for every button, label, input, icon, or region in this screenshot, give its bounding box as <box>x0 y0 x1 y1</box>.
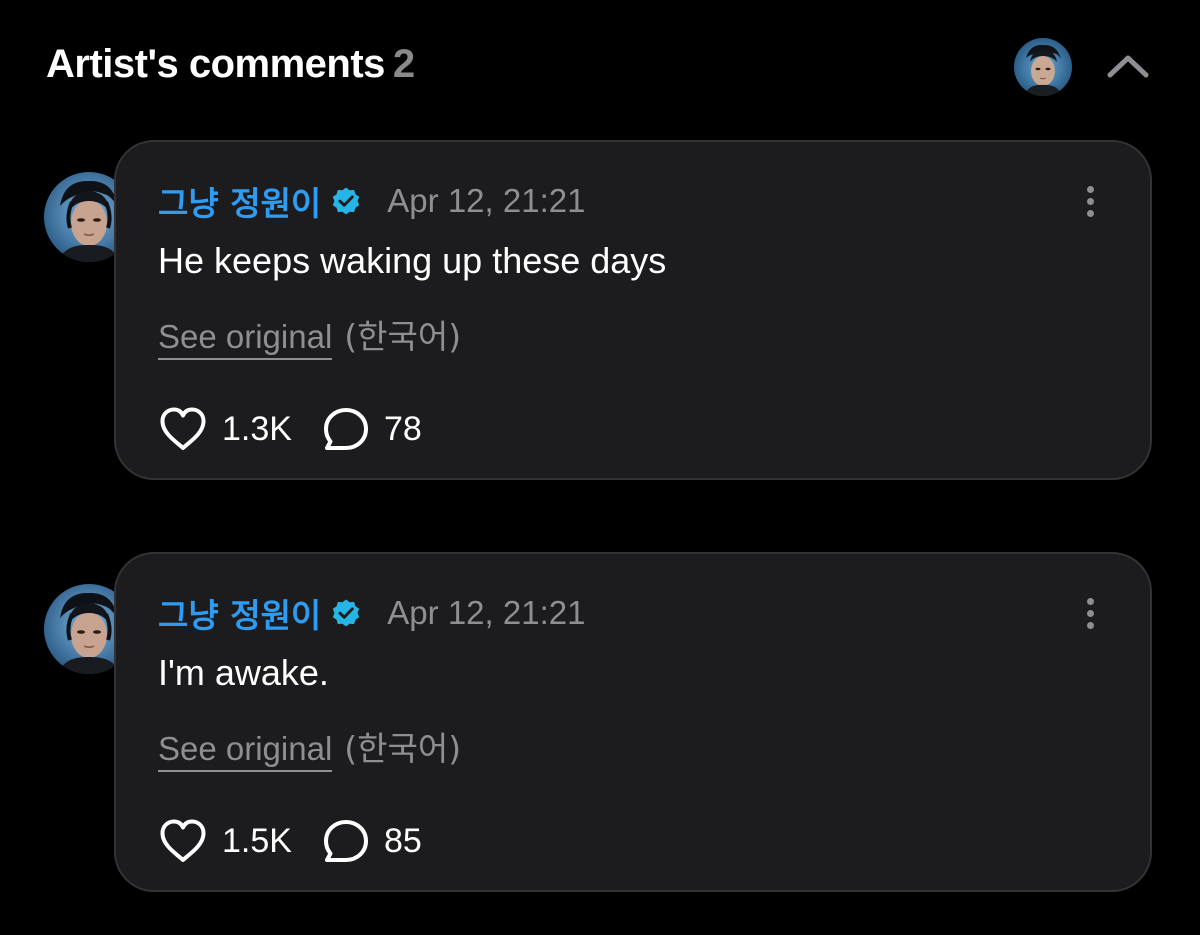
original-language: (한국어) <box>344 729 462 768</box>
more-dot-icon <box>1086 597 1094 605</box>
artist-comment: 그냥 정원이 Apr 12, 21:21 I'm awake. See orig… <box>0 550 1200 895</box>
see-original-link[interactable]: See original <box>158 730 333 772</box>
more-dot-icon <box>1086 197 1094 205</box>
more-dot-icon <box>1086 621 1094 629</box>
translation-row: See original (한국어) <box>158 722 461 772</box>
speech-bubble-icon <box>323 820 368 862</box>
more-dot-icon <box>1086 209 1094 217</box>
speech-bubble-icon <box>323 408 368 450</box>
author-name[interactable]: 그냥 정원이 <box>158 177 321 225</box>
comment-count: 2 <box>392 42 415 86</box>
collapse-button[interactable] <box>1100 42 1156 90</box>
verified-badge-icon <box>331 598 361 628</box>
more-options-button[interactable] <box>1076 590 1104 636</box>
comments-header: Artist's comments 2 <box>0 0 1200 135</box>
comment-meta: 그냥 정원이 Apr 12, 21:21 <box>158 590 585 636</box>
author-name[interactable]: 그냥 정원이 <box>158 589 321 637</box>
artist-avatar[interactable] <box>1014 38 1072 96</box>
like-button[interactable]: 1.5K <box>158 818 292 864</box>
verified-badge-icon <box>331 186 361 216</box>
section-title-label: Artist's comments <box>46 42 385 86</box>
timestamp: Apr 12, 21:21 <box>387 182 586 219</box>
more-dot-icon <box>1086 185 1094 193</box>
reply-button[interactable]: 78 <box>322 406 422 452</box>
see-original-link[interactable]: See original <box>158 318 333 360</box>
comment-text: I'm awake. <box>158 652 329 693</box>
like-count: 1.5K <box>222 821 292 860</box>
artist-comment: 그냥 정원이 Apr 12, 21:21 He keeps waking up … <box>0 138 1200 483</box>
comment-meta: 그냥 정원이 Apr 12, 21:21 <box>158 178 585 224</box>
timestamp: Apr 12, 21:21 <box>387 594 586 631</box>
translation-row: See original (한국어) <box>158 310 461 360</box>
reply-count: 78 <box>383 409 422 448</box>
more-dot-icon <box>1086 609 1094 617</box>
comment-card: 그냥 정원이 Apr 12, 21:21 He keeps waking up … <box>114 140 1152 480</box>
like-count: 1.3K <box>222 409 292 448</box>
chevron-up-icon <box>1107 55 1149 78</box>
comment-actions: 1.3K 78 <box>158 404 422 454</box>
comment-card: 그냥 정원이 Apr 12, 21:21 I'm awake. See orig… <box>114 552 1152 892</box>
comment-actions: 1.5K 85 <box>158 816 422 866</box>
reply-button[interactable]: 85 <box>322 818 422 864</box>
more-options-button[interactable] <box>1076 178 1104 224</box>
comment-text: He keeps waking up these days <box>158 240 667 281</box>
like-button[interactable]: 1.3K <box>158 406 292 452</box>
original-language: (한국어) <box>344 317 462 356</box>
heart-icon <box>160 407 206 450</box>
heart-icon <box>160 819 206 862</box>
section-title: Artist's comments 2 <box>46 42 415 87</box>
reply-count: 85 <box>383 821 422 860</box>
